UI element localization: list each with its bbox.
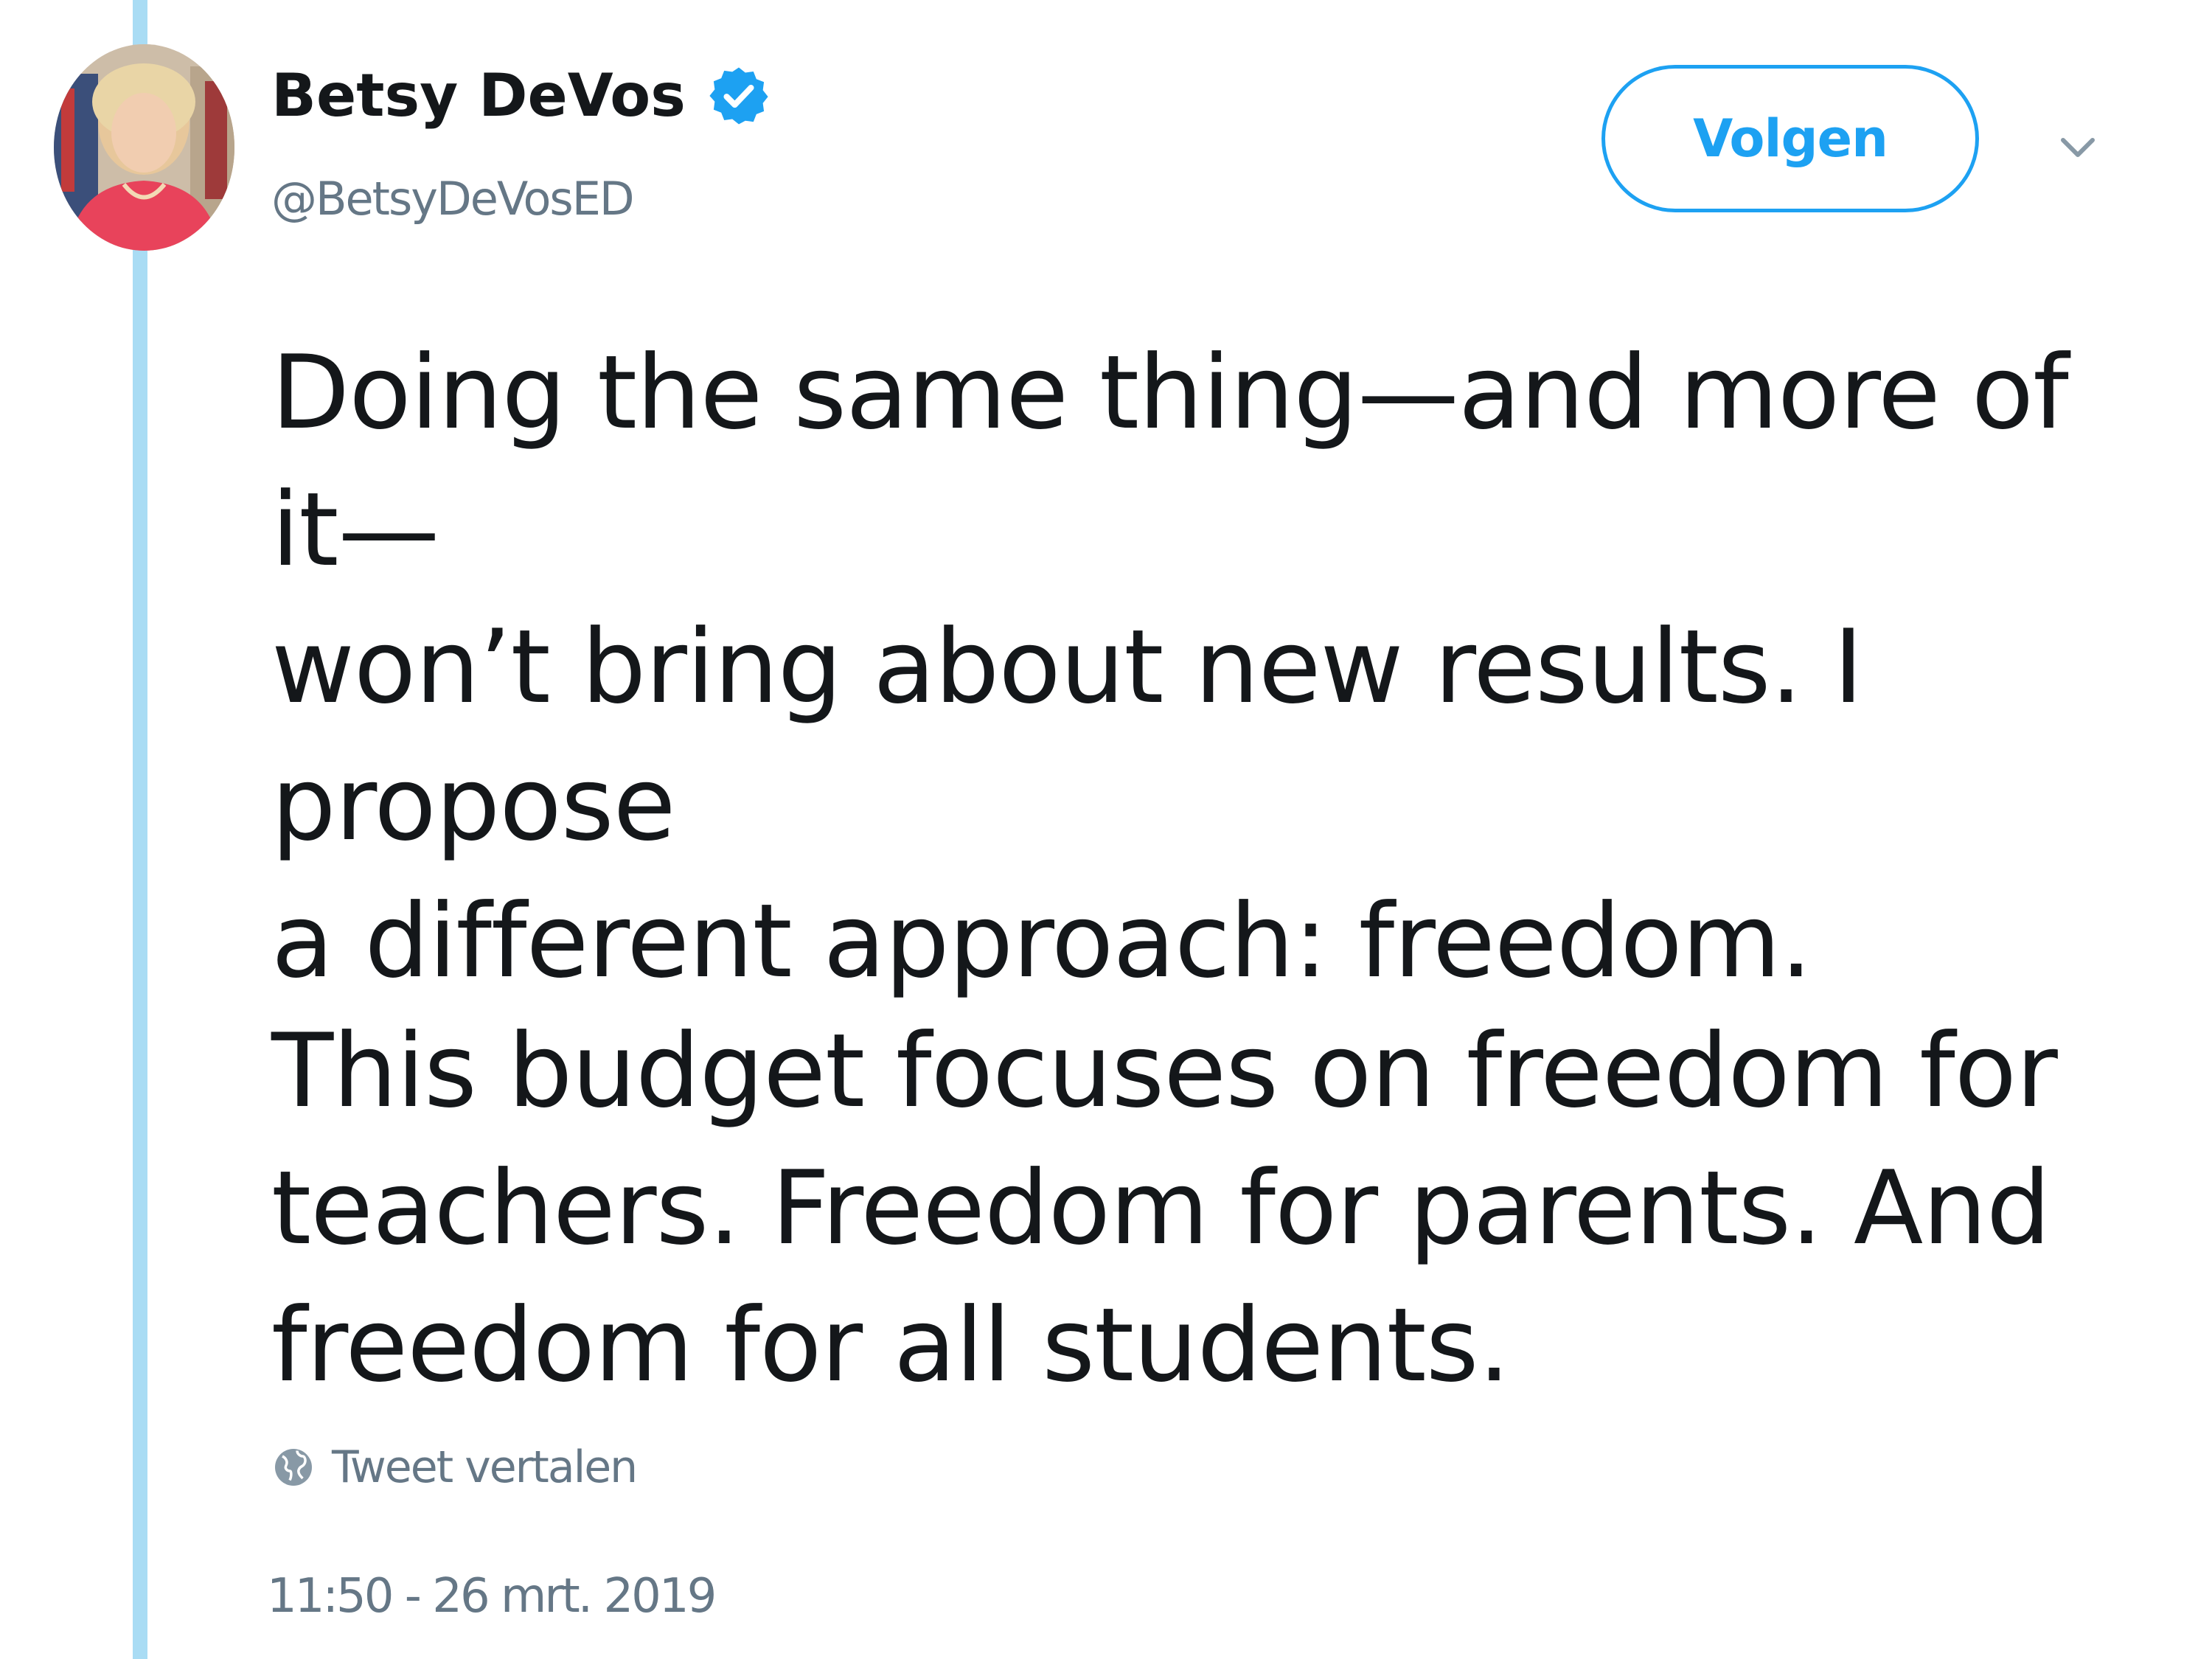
chevron-down-icon[interactable] <box>2056 125 2100 170</box>
globe-icon <box>275 1449 312 1486</box>
author-name-row[interactable]: Betsy DeVos <box>271 59 771 133</box>
translate-label[interactable]: Tweet vertalen <box>332 1438 638 1497</box>
avatar[interactable] <box>54 44 234 251</box>
tweet-text: Doing the same thing—and more of it— won… <box>271 324 2129 1010</box>
follow-button[interactable]: Volgen <box>1601 65 1979 212</box>
translate-tweet-link[interactable]: Tweet vertalen <box>271 1438 638 1497</box>
author-handle[interactable]: @BetsyDeVosED <box>271 170 635 229</box>
tweet-paragraph-2: This budget focuses on freedom for teach… <box>271 1012 2058 1405</box>
tweet-paragraph-1: Doing the same thing—and more of it— won… <box>271 333 2069 1001</box>
tweet-timestamp[interactable]: 11:50 - 26 mrt. 2019 <box>267 1563 717 1630</box>
profile-photo <box>54 44 234 251</box>
verified-badge-icon <box>709 67 768 125</box>
author-display-name[interactable]: Betsy DeVos <box>271 59 686 133</box>
